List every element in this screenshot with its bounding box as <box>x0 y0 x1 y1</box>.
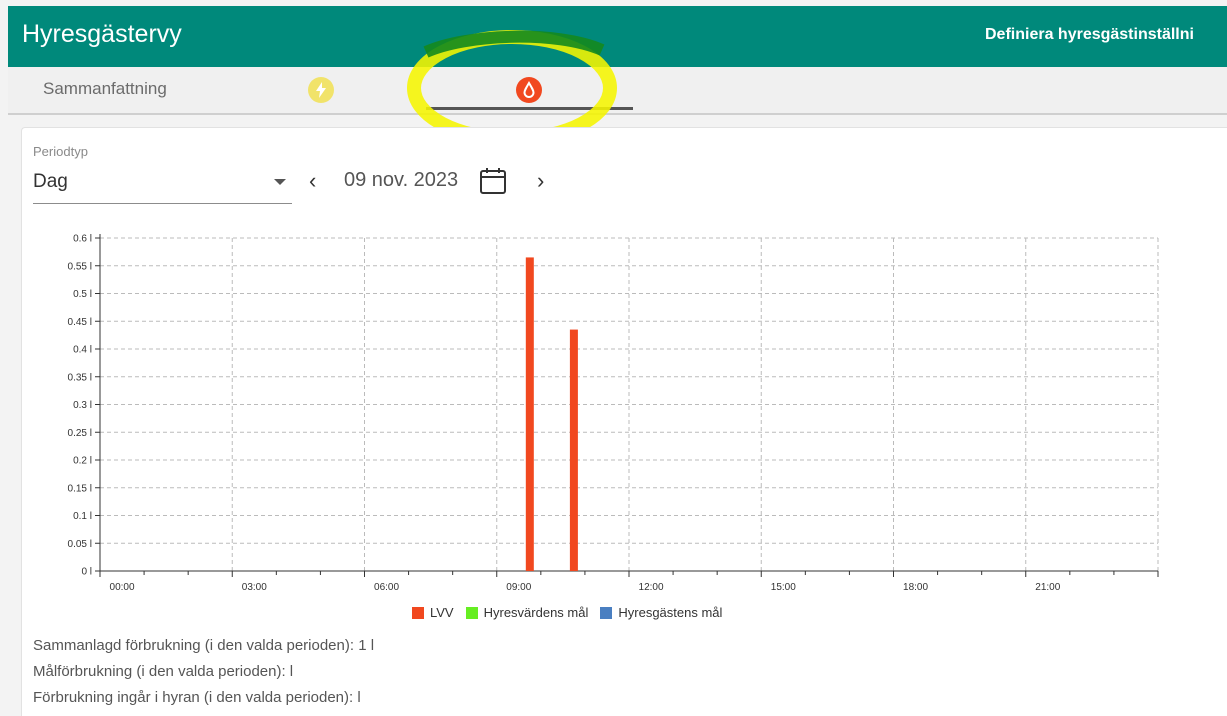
y-tick-label: 0.6 l <box>73 234 92 245</box>
y-tick-label: 0.2 l <box>73 456 92 467</box>
chevron-down-icon <box>274 179 286 185</box>
y-tick-label: 0.45 l <box>68 317 92 328</box>
previous-period-button[interactable]: ‹ <box>309 168 316 194</box>
legend-item-lvv[interactable]: LVV <box>412 605 454 620</box>
legend-label-landlord-goal: Hyresvärdens mål <box>483 605 589 620</box>
y-tick-label: 0.4 l <box>73 345 92 356</box>
x-tick-label: 03:00 <box>242 582 267 593</box>
lightning-icon <box>316 82 326 98</box>
x-tick-label: 18:00 <box>903 582 928 593</box>
x-tick-label: 00:00 <box>110 582 135 593</box>
x-tick-label: 09:00 <box>506 582 531 593</box>
x-tick-label: 12:00 <box>639 582 664 593</box>
chart-bar <box>569 329 578 571</box>
y-tick-label: 0.5 l <box>73 289 92 300</box>
chart-legend: LVV Hyresvärdens mål Hyresgästens mål <box>412 605 722 620</box>
active-tab-indicator <box>426 107 633 110</box>
legend-item-tenant-goal[interactable]: Hyresgästens mål <box>600 605 722 620</box>
period-type-select[interactable]: Dag <box>33 165 292 204</box>
tab-bar: Sammanfattning <box>8 67 1227 115</box>
tenant-settings-link[interactable]: Definiera hyresgästinställni <box>985 26 1194 44</box>
y-tick-label: 0.3 l <box>73 400 92 411</box>
tab-electricity[interactable] <box>308 77 334 103</box>
legend-swatch-lvv <box>412 606 424 619</box>
page-title: Hyresgästervy <box>22 20 182 48</box>
y-tick-label: 0 l <box>81 567 92 578</box>
app-bar: Hyresgästervy Definiera hyresgästinställ… <box>8 6 1227 67</box>
included-consumption-text: Förbrukning ingår i hyran (i den valda p… <box>33 689 361 706</box>
water-drop-icon <box>523 81 535 98</box>
date-display: 09 nov. 2023 <box>344 169 459 191</box>
y-tick-label: 0.15 l <box>68 483 92 494</box>
x-tick-label: 15:00 <box>771 582 796 593</box>
x-tick-label: 06:00 <box>374 582 399 593</box>
legend-swatch-landlord-goal <box>465 606 478 619</box>
y-tick-label: 0.25 l <box>68 428 92 439</box>
goal-consumption-text: Målförbrukning (i den valda perioden): l <box>33 663 294 680</box>
calendar-icon[interactable] <box>479 166 507 201</box>
total-consumption-text: Sammanlagd förbrukning (i den valda peri… <box>33 637 375 654</box>
legend-label-tenant-goal: Hyresgästens mål <box>618 605 723 620</box>
tab-summary[interactable]: Sammanfattning <box>43 79 167 99</box>
chart-bar <box>525 257 534 571</box>
legend-label-lvv: LVV <box>430 605 454 620</box>
legend-item-landlord-goal[interactable]: Hyresvärdens mål <box>465 605 589 620</box>
legend-swatch-tenant-goal <box>600 606 613 619</box>
period-type-value: Dag <box>33 171 68 192</box>
tab-water[interactable] <box>516 77 542 103</box>
next-period-button[interactable]: › <box>537 168 544 194</box>
y-tick-label: 0.55 l <box>68 261 92 272</box>
y-tick-label: 0.35 l <box>68 372 92 383</box>
period-type-label: Periodtyp <box>33 144 88 159</box>
y-tick-label: 0.05 l <box>68 539 92 550</box>
consumption-chart: 0 l 0.05 l 0.1 l 0.15 l 0.2 l 0.25 l 0.3 l 0.35… <box>68 234 1159 593</box>
y-tick-label: 0.1 l <box>73 511 92 522</box>
x-tick-label: 21:00 <box>1035 582 1060 593</box>
